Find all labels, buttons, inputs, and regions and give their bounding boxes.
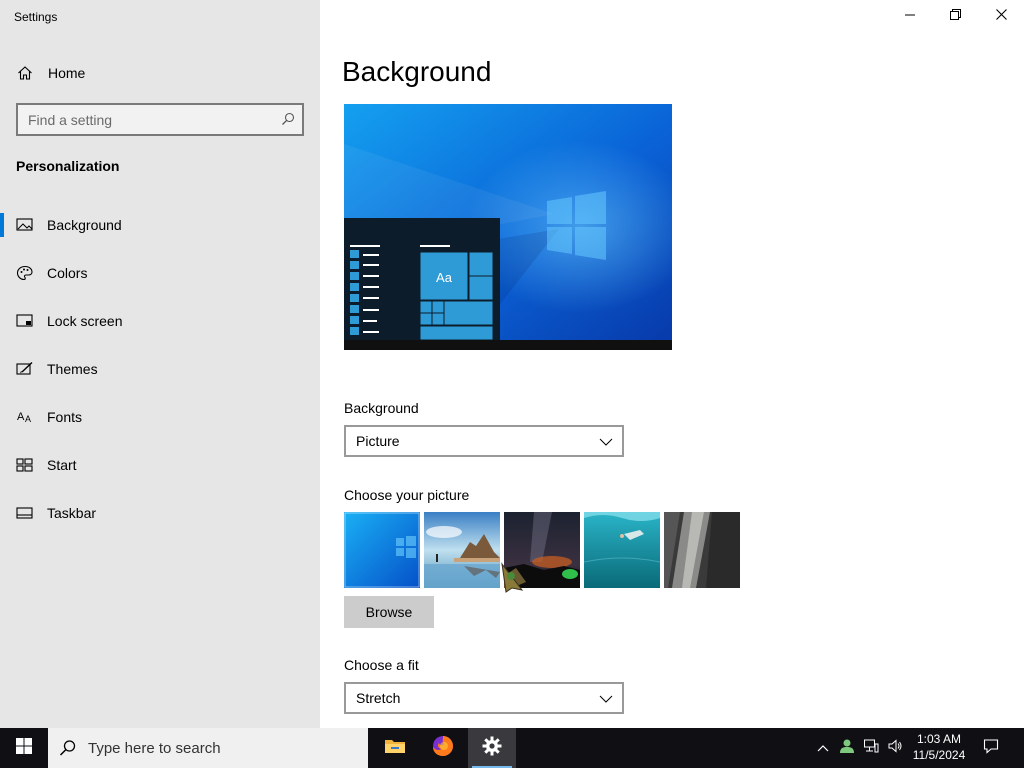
sidebar-item-start[interactable]: Start	[0, 445, 320, 485]
chevron-up-icon	[817, 739, 829, 757]
firefox-icon	[431, 734, 455, 763]
restore-icon	[949, 7, 961, 25]
sidebar-item-colors[interactable]: Colors	[0, 253, 320, 293]
picture-thumbnail-rock-cliff[interactable]	[664, 512, 740, 588]
choose-fit-label: Choose a fit	[344, 657, 419, 673]
sidebar-item-label: Taskbar	[47, 505, 97, 521]
minimize-button[interactable]	[887, 0, 933, 32]
background-dropdown-value: Picture	[356, 433, 400, 449]
background-dropdown[interactable]: Picture	[344, 425, 624, 457]
fit-dropdown[interactable]: Stretch	[344, 682, 624, 714]
sidebar-item-themes[interactable]: Themes	[0, 349, 320, 389]
cursor-overlay-icon	[500, 562, 526, 594]
sidebar-item-label: Fonts	[47, 409, 83, 425]
notification-icon	[983, 738, 999, 759]
themes-icon	[16, 361, 34, 377]
close-icon	[995, 7, 1007, 25]
volume-icon	[887, 738, 903, 759]
picture-thumbnail-underwater-swimmer[interactable]	[584, 512, 660, 588]
preview-tile-label: Aa	[436, 270, 453, 285]
restore-button[interactable]	[932, 0, 978, 32]
sidebar-item-label: Lock screen	[47, 313, 123, 329]
chevron-down-icon	[599, 692, 613, 710]
folder-icon	[384, 737, 406, 760]
sidebar-item-label: Background	[47, 217, 122, 233]
browse-button[interactable]: Browse	[344, 596, 434, 628]
taskbar-app-firefox[interactable]	[419, 728, 467, 768]
user-people-icon	[839, 738, 855, 759]
svg-text:A: A	[25, 414, 31, 424]
show-hidden-icons-button[interactable]	[812, 728, 834, 768]
taskbar-app-file-explorer[interactable]	[371, 728, 419, 768]
sidebar-item-fonts[interactable]: AA Fonts	[0, 397, 320, 437]
picture-thumbnail-beach-rocks[interactable]	[424, 512, 500, 588]
minimize-icon	[905, 7, 915, 25]
picture-icon	[16, 217, 34, 233]
sidebar-item-label: Start	[47, 457, 77, 473]
home-icon	[17, 65, 33, 86]
tray-volume-button[interactable]	[884, 728, 906, 768]
taskbar-clock[interactable]: 1:03 AM 11/5/2024	[906, 731, 972, 763]
taskbar: Type here to search 1:03 AM 11/5/2024	[0, 728, 1024, 768]
background-preview: Aa	[344, 104, 672, 350]
page-title: Background	[342, 56, 492, 87]
home-nav-item[interactable]: Home	[0, 56, 320, 90]
sidebar-item-label: Colors	[47, 265, 88, 281]
windows-logo-icon	[16, 737, 32, 759]
taskbar-search-box[interactable]: Type here to search	[48, 728, 368, 768]
background-label: Background	[344, 400, 419, 416]
taskbar-icon	[16, 505, 34, 521]
fonts-icon: AA	[16, 409, 34, 425]
lock-screen-icon	[16, 313, 34, 329]
clock-time: 1:03 AM	[916, 732, 962, 746]
sidebar-item-label: Themes	[47, 361, 98, 377]
tray-user-icon-button[interactable]	[836, 728, 858, 768]
taskbar-search-text: Type here to search	[88, 740, 221, 757]
sidebar-item-background[interactable]: Background	[0, 205, 320, 245]
picture-thumbnail-windows-default[interactable]	[344, 512, 420, 588]
app-title: Settings	[14, 10, 58, 24]
action-center-button[interactable]	[976, 728, 1006, 768]
search-icon	[59, 739, 77, 762]
gear-icon	[482, 736, 502, 761]
tray-network-button[interactable]	[860, 728, 882, 768]
section-title: Personalization	[16, 158, 120, 174]
svg-text:A: A	[17, 411, 25, 423]
sidebar-item-taskbar[interactable]: Taskbar	[0, 493, 320, 533]
palette-icon	[16, 265, 34, 281]
find-setting-box[interactable]	[16, 103, 304, 136]
network-icon	[863, 738, 879, 759]
find-setting-input[interactable]	[18, 105, 276, 134]
start-icon	[16, 457, 34, 473]
choose-picture-label: Choose your picture	[344, 487, 470, 503]
home-label: Home	[48, 65, 86, 81]
start-button[interactable]	[0, 728, 48, 768]
fit-dropdown-value: Stretch	[356, 690, 401, 706]
taskbar-app-settings[interactable]	[468, 728, 516, 768]
search-icon[interactable]	[281, 112, 295, 131]
chevron-down-icon	[599, 435, 613, 453]
sidebar-item-lock-screen[interactable]: Lock screen	[0, 301, 320, 341]
close-button[interactable]	[978, 0, 1024, 32]
clock-date: 11/5/2024	[912, 748, 966, 762]
sidebar: Settings Home Personalization Background…	[0, 0, 320, 728]
